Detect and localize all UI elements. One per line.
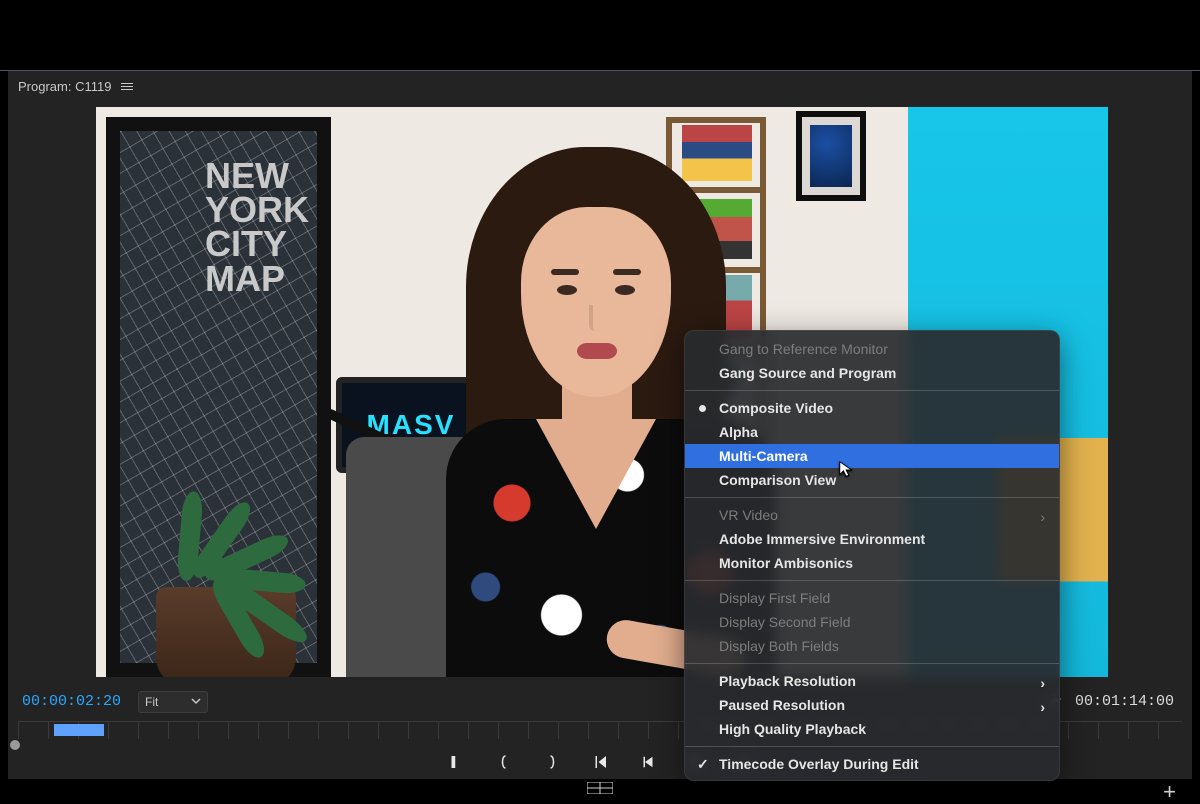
- menu-separator: [685, 663, 1059, 664]
- menu-item-label: VR Video: [719, 507, 778, 523]
- go-to-in-button[interactable]: [589, 751, 611, 773]
- menu-item-label: Display First Field: [719, 590, 830, 606]
- menu-item[interactable]: Monitor Ambisonics: [685, 551, 1059, 575]
- menu-item-label: Display Second Field: [719, 614, 851, 630]
- menu-item-label: Comparison View: [719, 472, 836, 488]
- menu-item[interactable]: High Quality Playback: [685, 717, 1059, 741]
- menu-item-label: Multi-Camera: [719, 448, 808, 464]
- menu-separator: [685, 746, 1059, 747]
- menu-separator: [685, 497, 1059, 498]
- zoom-level-dropdown[interactable]: Fit: [138, 691, 208, 713]
- chevron-right-icon: ›: [1040, 509, 1045, 525]
- scene-map-text: NEW YORK CITY MAP: [205, 159, 309, 296]
- menu-item[interactable]: Comparison View: [685, 468, 1059, 492]
- chevron-right-icon: ›: [1040, 699, 1045, 715]
- menu-separator: [685, 580, 1059, 581]
- menu-item: Display First Field: [685, 586, 1059, 610]
- mark-out-brace-button[interactable]: [541, 751, 563, 773]
- menu-item-label: Alpha: [719, 424, 758, 440]
- panel-menu-icon[interactable]: [121, 83, 133, 90]
- menu-item[interactable]: Playback Resolution ›: [685, 669, 1059, 693]
- menu-item[interactable]: Paused Resolution ›: [685, 693, 1059, 717]
- panel-title[interactable]: Program: C1119: [18, 79, 133, 94]
- mark-in-brace-button[interactable]: [493, 751, 515, 773]
- menu-item: Gang to Reference Monitor: [685, 337, 1059, 361]
- menu-item-label: Gang to Reference Monitor: [719, 341, 888, 357]
- menu-item[interactable]: Alpha: [685, 420, 1059, 444]
- menu-item-label: Paused Resolution: [719, 697, 845, 713]
- scene-plant: [116, 467, 336, 677]
- radio-dot-icon: [699, 405, 706, 412]
- current-timecode[interactable]: 00:00:02:20: [22, 693, 121, 710]
- menu-item[interactable]: Gang Source and Program: [685, 361, 1059, 385]
- menu-item-label: Composite Video: [719, 400, 833, 416]
- menu-item: Display Second Field: [685, 610, 1059, 634]
- ruler-start-handle[interactable]: [10, 740, 20, 750]
- app-chrome-top: [0, 0, 1200, 70]
- menu-item-label: High Quality Playback: [719, 721, 866, 737]
- menu-item[interactable]: ✓ Timecode Overlay During Edit: [685, 752, 1059, 776]
- duration-timecode: 00:01:14:00: [1075, 693, 1174, 710]
- check-icon: ✓: [697, 756, 709, 773]
- menu-item[interactable]: Composite Video: [685, 396, 1059, 420]
- panel-title-text: Program: C1119: [18, 79, 111, 94]
- scene-wall-art: [796, 111, 866, 201]
- menu-item-label: Adobe Immersive Environment: [719, 531, 925, 547]
- monitor-context-menu: Gang to Reference Monitor Gang Source and…: [684, 330, 1060, 781]
- mark-in-button[interactable]: [445, 751, 467, 773]
- menu-item-label: Playback Resolution: [719, 673, 856, 689]
- safe-margins-icon[interactable]: [587, 781, 613, 793]
- zoom-level-label: Fit: [145, 695, 158, 709]
- menu-item: VR Video ›: [685, 503, 1059, 527]
- menu-item-label: Monitor Ambisonics: [719, 555, 853, 571]
- add-button-icon[interactable]: +: [1163, 781, 1176, 803]
- menu-item: Display Both Fields: [685, 634, 1059, 658]
- menu-item-label: Display Both Fields: [719, 638, 839, 654]
- menu-item-label: Gang Source and Program: [719, 365, 896, 381]
- menu-item-label: Timecode Overlay During Edit: [719, 756, 919, 772]
- chevron-down-icon: [191, 695, 201, 709]
- chevron-right-icon: ›: [1040, 675, 1045, 691]
- menu-item[interactable]: Multi-Camera: [685, 444, 1059, 468]
- step-back-button[interactable]: [637, 751, 659, 773]
- menu-separator: [685, 390, 1059, 391]
- menu-item[interactable]: Adobe Immersive Environment: [685, 527, 1059, 551]
